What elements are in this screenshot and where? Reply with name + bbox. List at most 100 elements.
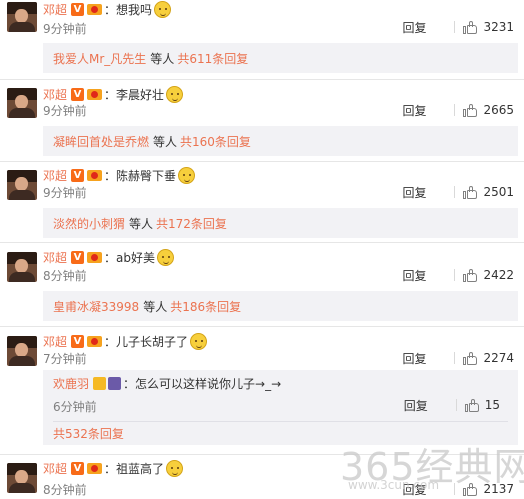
reply-total-link[interactable]: 共160条回复 [180, 133, 251, 150]
reply-button[interactable]: 回复 [402, 267, 426, 284]
reply-button[interactable]: 回复 [404, 397, 428, 414]
comment-line: 邓超 V ： 想我吗 [43, 0, 172, 18]
username-link[interactable]: 邓超 [43, 1, 67, 18]
verified-icon: V [71, 87, 85, 101]
avatar[interactable] [7, 463, 37, 493]
reply-button[interactable]: 回复 [402, 184, 426, 201]
reply-summary[interactable]: 皇甫冰凝33998 等人 共186条回复 [43, 291, 518, 321]
sub-reply-username-link[interactable]: 欢鹿羽 [53, 375, 89, 392]
comment-actions: 回复 2422 [402, 266, 514, 284]
avatar[interactable] [7, 336, 37, 366]
comment-divider [0, 242, 524, 243]
username-link[interactable]: 邓超 [43, 167, 67, 184]
username-link[interactable]: 邓超 [43, 333, 67, 350]
comment-time: 9分钟前 [43, 22, 87, 36]
divider [454, 21, 456, 33]
verified-icon: V [71, 168, 85, 182]
reply-summary[interactable]: 淡然的小刺猬 等人 共172条回复 [43, 208, 518, 238]
reply-summary[interactable]: 我爱人Mr_凡先生 等人 共611条回复 [43, 43, 518, 73]
like-icon[interactable] [463, 351, 478, 365]
like-icon[interactable] [463, 268, 478, 282]
reply-total-link[interactable]: 共532条回复 [53, 425, 124, 442]
vip-icon [87, 169, 103, 182]
username-link[interactable]: 邓超 [43, 86, 67, 103]
doge-emoji-icon [166, 85, 184, 103]
like-count: 2274 [483, 351, 514, 365]
comment-actions: 回复 3231 [402, 18, 514, 36]
vip-icon [87, 335, 103, 348]
member-badge-icon [108, 376, 122, 390]
reply-total-link[interactable]: 共611条回复 [177, 50, 248, 67]
vip-icon [87, 88, 103, 101]
comment-time: 9分钟前 [43, 186, 87, 200]
watermark-url: www.3cun.com [348, 478, 440, 492]
doge-emoji-icon [166, 459, 184, 477]
like-count: 3231 [483, 20, 514, 34]
like-icon[interactable] [464, 398, 479, 412]
divider [454, 104, 456, 116]
comment-text: ab好美 [116, 250, 156, 265]
sub-reply-line: 欢鹿羽 ： 怎么可以这样说你儿子→_→ [53, 375, 282, 392]
vip-icon [87, 3, 103, 16]
vip-icon [87, 462, 103, 475]
comment-time: 7分钟前 [43, 352, 87, 366]
fan-badge-icon [93, 376, 107, 390]
like-count: 15 [484, 398, 500, 412]
divider [454, 186, 456, 198]
comment-line: 邓超 V ： ab好美 [43, 248, 175, 266]
reply-total-link[interactable]: 共172条回复 [156, 215, 227, 232]
reply-user-link[interactable]: 皇甫冰凝33998 [53, 298, 139, 315]
comment-actions: 回复 2501 [402, 183, 514, 201]
reply-summary[interactable]: 凝眸回首处是乔燃 等人 共160条回复 [43, 126, 518, 156]
comment-divider [0, 161, 524, 162]
comment-text: 祖蓝高了 [116, 461, 165, 476]
comment-text: 李晨好壮 [116, 87, 165, 102]
verified-icon: V [71, 334, 85, 348]
comment-line: 邓超 V ： 陈赫臀下垂 [43, 166, 196, 184]
comment-time: 8分钟前 [43, 269, 87, 283]
divider [454, 269, 456, 281]
doge-emoji-icon [154, 0, 172, 18]
like-icon[interactable] [463, 103, 478, 117]
avatar[interactable] [7, 252, 37, 282]
comment-line: 邓超 V ： 祖蓝高了 [43, 459, 184, 477]
comment-actions: 回复 2274 [402, 349, 514, 367]
sub-reply-text: 怎么可以这样说你儿子→_→ [135, 376, 282, 391]
comment-text: 想我吗 [116, 2, 153, 17]
comment-text: 儿子长胡子了 [116, 334, 189, 349]
vip-icon [87, 251, 103, 264]
reply-user-link[interactable]: 凝眸回首处是乔燃 [53, 133, 149, 150]
comment-divider [0, 79, 524, 80]
avatar[interactable] [7, 170, 37, 200]
avatar[interactable] [7, 2, 37, 32]
divider [455, 399, 457, 411]
comment-line: 邓超 V ： 儿子长胡子了 [43, 332, 208, 350]
username-link[interactable]: 邓超 [43, 249, 67, 266]
avatar[interactable] [7, 88, 37, 118]
verified-icon: V [71, 2, 85, 16]
comment-actions: 回复 2665 [402, 101, 514, 119]
like-icon[interactable] [463, 185, 478, 199]
reply-button[interactable]: 回复 [402, 102, 426, 119]
reply-button[interactable]: 回复 [402, 19, 426, 36]
like-count: 2501 [483, 185, 514, 199]
doge-emoji-icon [157, 248, 175, 266]
reply-total-link[interactable]: 共186条回复 [170, 298, 241, 315]
comment-line: 邓超 V ： 李晨好壮 [43, 85, 184, 103]
username-link[interactable]: 邓超 [43, 460, 67, 477]
verified-icon: V [71, 461, 85, 475]
divider [53, 421, 508, 422]
verified-icon: V [71, 250, 85, 264]
comment-text: 陈赫臀下垂 [116, 168, 177, 183]
doge-emoji-icon [178, 166, 196, 184]
divider [454, 352, 456, 364]
comment-divider [0, 326, 524, 327]
like-count: 2665 [483, 103, 514, 117]
like-count: 2422 [483, 268, 514, 282]
sub-reply-time: 6分钟前 [53, 400, 97, 414]
sub-reply-actions: 回复 15 [404, 396, 500, 414]
reply-button[interactable]: 回复 [402, 350, 426, 367]
reply-user-link[interactable]: 淡然的小刺猬 [53, 215, 125, 232]
reply-user-link[interactable]: 我爱人Mr_凡先生 [53, 50, 146, 67]
like-icon[interactable] [463, 20, 478, 34]
